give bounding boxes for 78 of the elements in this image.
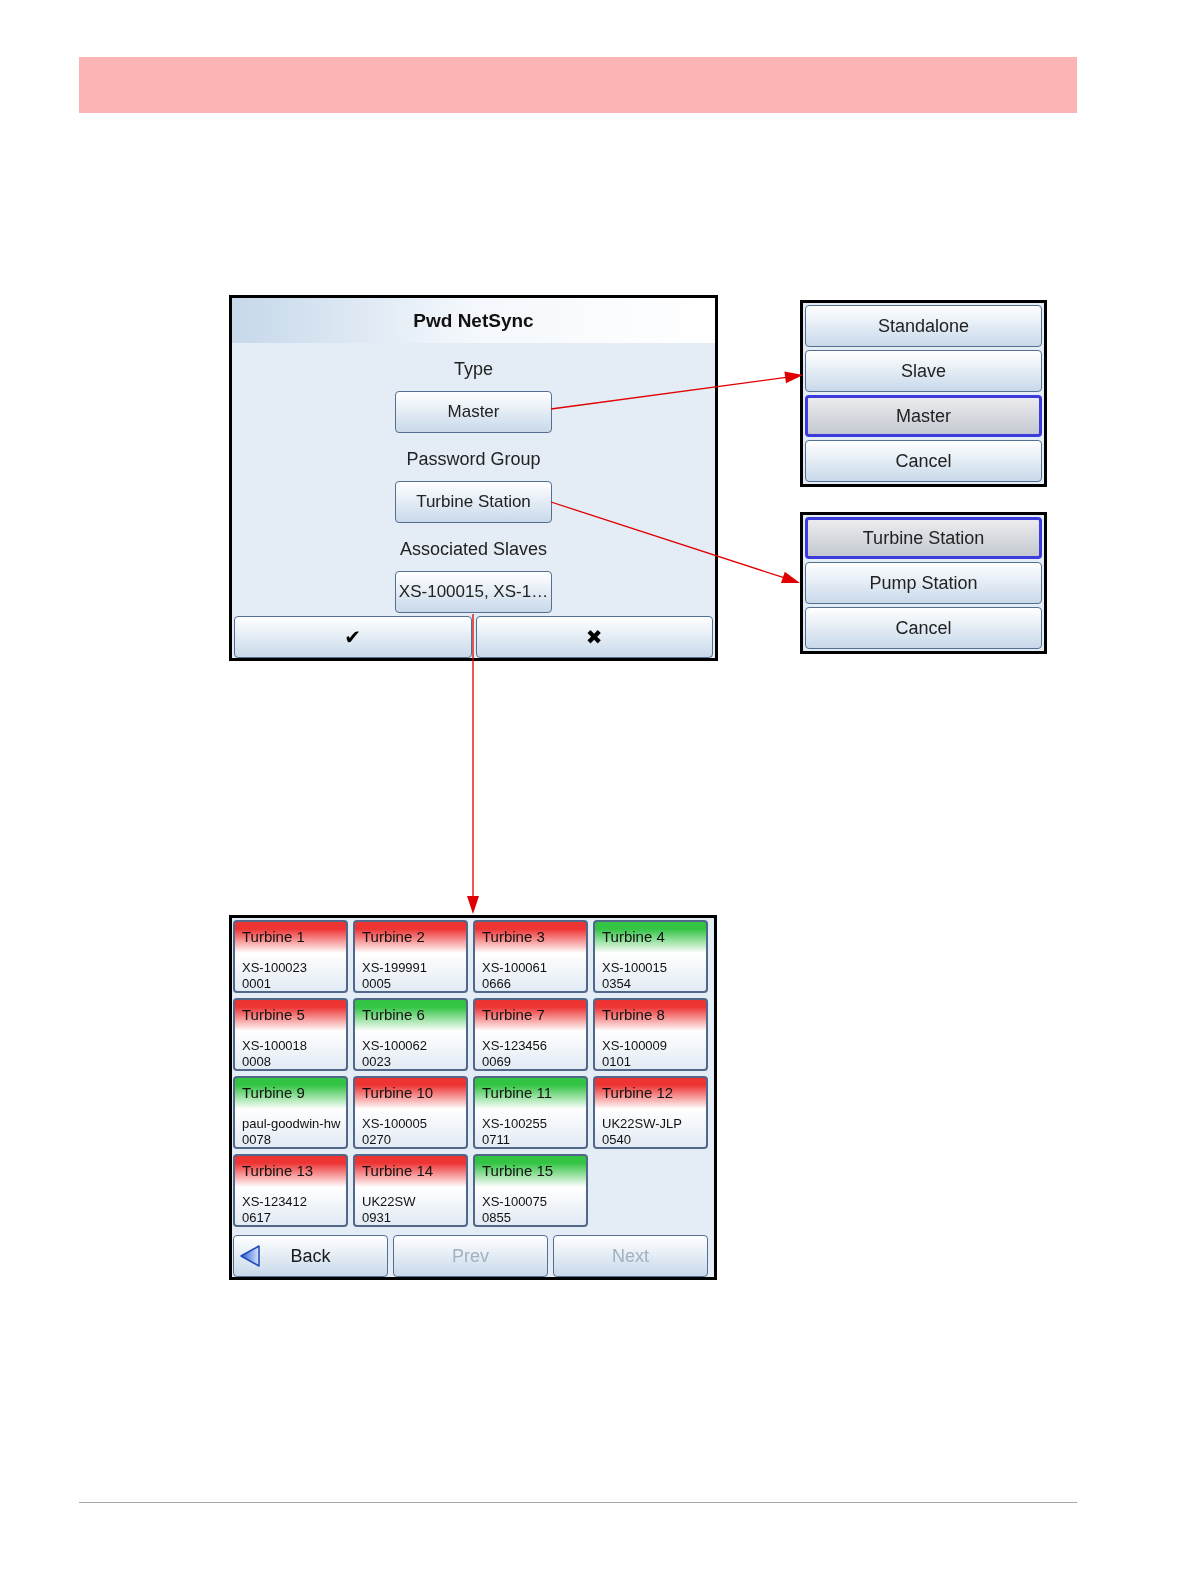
device-id: XS-100062 bbox=[362, 1038, 428, 1054]
turbine-tile[interactable]: Turbine 1 XS-100023 0001 bbox=[233, 920, 348, 993]
confirm-button[interactable]: ✔ bbox=[234, 616, 472, 658]
turbine-tile[interactable]: Turbine 9 paul-goodwin-hw 0078 bbox=[233, 1076, 348, 1149]
turbine-name: Turbine 3 bbox=[482, 929, 545, 945]
device-id: paul-goodwin-hw bbox=[242, 1116, 341, 1132]
turbine-tile[interactable]: Turbine 15 XS-100075 0855 bbox=[473, 1154, 588, 1227]
device-number: 0855 bbox=[482, 1210, 511, 1225]
menu-option[interactable]: Turbine Station bbox=[805, 517, 1042, 559]
device-number: 0931 bbox=[362, 1210, 391, 1225]
turbine-tile[interactable]: Turbine 4 XS-100015 0354 bbox=[593, 920, 708, 993]
turbine-name: Turbine 1 bbox=[242, 929, 305, 945]
turbine-tile[interactable]: Turbine 11 XS-100255 0711 bbox=[473, 1076, 588, 1149]
turbine-tile[interactable]: Turbine 14 UK22SW 0931 bbox=[353, 1154, 468, 1227]
turbine-name: Turbine 11 bbox=[482, 1085, 553, 1101]
device-number: 0008 bbox=[242, 1054, 271, 1069]
value-button[interactable]: Master bbox=[395, 391, 552, 433]
device-id: UK22SW-JLP bbox=[602, 1116, 682, 1132]
menu-option[interactable]: Pump Station bbox=[805, 562, 1042, 604]
device-number: 0078 bbox=[242, 1132, 271, 1147]
menu-option[interactable]: Slave bbox=[805, 350, 1042, 392]
turbine-tile[interactable]: Turbine 12 UK22SW-JLP 0540 bbox=[593, 1076, 708, 1149]
turbine-tile[interactable]: Turbine 8 XS-100009 0101 bbox=[593, 998, 708, 1071]
turbine-tile[interactable]: Turbine 6 XS-100062 0023 bbox=[353, 998, 468, 1071]
device-id: XS-100075 bbox=[482, 1194, 548, 1210]
device-id: XS-100005 bbox=[362, 1116, 428, 1132]
value-button[interactable]: XS-100015, XS-1… bbox=[395, 571, 552, 613]
turbine-tile[interactable]: Turbine 5 XS-100018 0008 bbox=[233, 998, 348, 1071]
device-id: XS-100009 bbox=[602, 1038, 668, 1054]
device-number: 0617 bbox=[242, 1210, 271, 1225]
device-id: UK22SW bbox=[362, 1194, 416, 1210]
turbine-name: Turbine 12 bbox=[602, 1085, 674, 1101]
turbine-name: Turbine 7 bbox=[482, 1007, 545, 1023]
field-label: Associated Slaves bbox=[399, 539, 548, 559]
device-number: 0540 bbox=[602, 1132, 631, 1147]
turbine-name: Turbine 2 bbox=[362, 929, 425, 945]
turbine-name: Turbine 8 bbox=[602, 1007, 665, 1023]
device-number: 0711 bbox=[482, 1132, 510, 1147]
menu-option[interactable]: Cancel bbox=[805, 607, 1042, 649]
turbine-name: Turbine 5 bbox=[242, 1007, 305, 1023]
menu-option[interactable]: Standalone bbox=[805, 305, 1042, 347]
value-button[interactable]: Turbine Station bbox=[395, 481, 552, 523]
turbine-name: Turbine 13 bbox=[242, 1163, 314, 1179]
device-number: 0005 bbox=[362, 976, 391, 991]
device-number: 0069 bbox=[482, 1054, 511, 1069]
turbine-name: Turbine 10 bbox=[362, 1085, 434, 1101]
turbine-name: Turbine 4 bbox=[602, 929, 665, 945]
turbine-tile[interactable]: Turbine 2 XS-199991 0005 bbox=[353, 920, 468, 993]
device-id: XS-123412 bbox=[242, 1194, 308, 1210]
device-id: XS-100023 bbox=[242, 960, 308, 976]
device-id: XS-100061 bbox=[482, 960, 548, 976]
field-label: Type bbox=[454, 359, 493, 379]
device-number: 0354 bbox=[602, 976, 631, 991]
device-number: 0666 bbox=[482, 976, 511, 991]
turbine-name: Turbine 9 bbox=[242, 1085, 305, 1101]
turbine-tile[interactable]: Turbine 13 XS-123412 0617 bbox=[233, 1154, 348, 1227]
menu-option[interactable]: Cancel bbox=[805, 440, 1042, 482]
dialog-title: Pwd NetSync bbox=[413, 309, 534, 332]
turbine-name: Turbine 15 bbox=[482, 1163, 554, 1179]
device-number: 0023 bbox=[362, 1054, 391, 1069]
turbine-name: Turbine 14 bbox=[362, 1163, 434, 1179]
field-label: Password Group bbox=[406, 449, 541, 469]
device-id: XS-199991 bbox=[362, 960, 428, 976]
turbine-tile[interactable]: Turbine 3 XS-100061 0666 bbox=[473, 920, 588, 993]
menu-option[interactable]: Master bbox=[805, 395, 1042, 437]
device-id: XS-100255 bbox=[482, 1116, 548, 1132]
device-id: XS-123456 bbox=[482, 1038, 548, 1054]
nav-button[interactable]: Back bbox=[233, 1235, 388, 1277]
device-id: XS-100015 bbox=[602, 960, 668, 976]
turbine-tile[interactable]: Turbine 7 XS-123456 0069 bbox=[473, 998, 588, 1071]
device-number: 0270 bbox=[362, 1132, 391, 1147]
cancel-button[interactable]: ✖ bbox=[475, 616, 713, 658]
device-id: XS-100018 bbox=[242, 1038, 308, 1054]
left-triangle-icon bbox=[240, 1245, 260, 1267]
device-number: 0001 bbox=[242, 976, 271, 991]
device-number: 0101 bbox=[602, 1054, 631, 1069]
turbine-name: Turbine 6 bbox=[362, 1007, 425, 1023]
turbine-tile[interactable]: Turbine 10 XS-100005 0270 bbox=[353, 1076, 468, 1149]
